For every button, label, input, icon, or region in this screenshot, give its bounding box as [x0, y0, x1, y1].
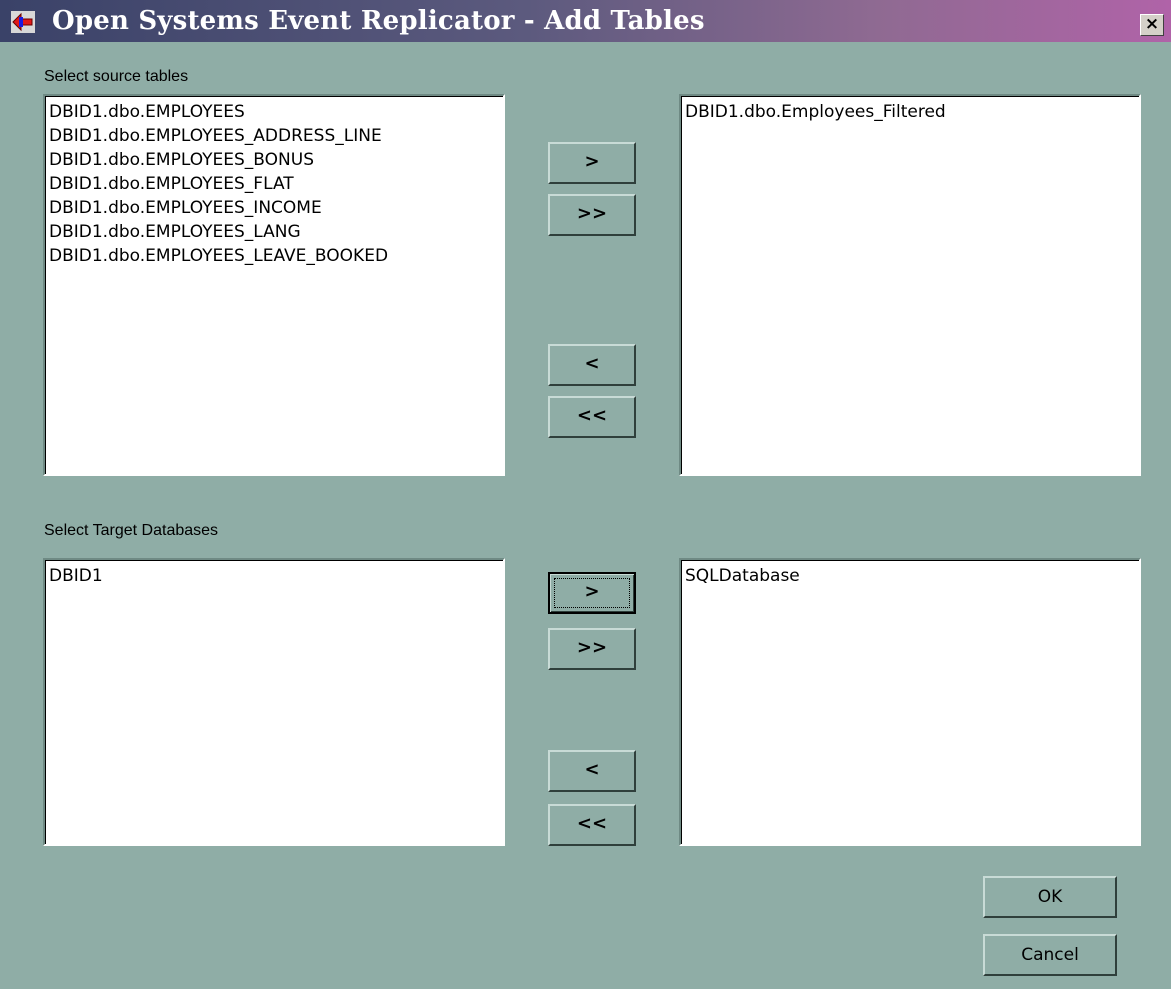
list-item[interactable]: DBID1.dbo.EMPLOYEES_INCOME [49, 196, 503, 220]
list-item[interactable]: DBID1.dbo.EMPLOYEES_ADDRESS_LINE [49, 124, 503, 148]
target-databases-available-list[interactable]: DBID1 [43, 558, 505, 846]
list-item[interactable]: DBID1.dbo.EMPLOYEES [49, 100, 503, 124]
list-item[interactable]: DBID1.dbo.EMPLOYEES_LEAVE_BOOKED [49, 244, 503, 268]
target-add-all-button[interactable]: >> [548, 628, 636, 670]
close-icon[interactable]: × [1140, 14, 1164, 36]
list-item[interactable]: DBID1.dbo.EMPLOYEES_BONUS [49, 148, 503, 172]
source-tables-available-list[interactable]: DBID1.dbo.EMPLOYEES DBID1.dbo.EMPLOYEES_… [43, 94, 505, 476]
list-item[interactable]: DBID1.dbo.Employees_Filtered [685, 100, 1139, 124]
source-add-button[interactable]: > [548, 142, 636, 184]
window-title: Open Systems Event Replicator - Add Tabl… [52, 6, 705, 36]
cancel-button[interactable]: Cancel [983, 934, 1117, 976]
target-remove-button[interactable]: < [548, 750, 636, 792]
source-tables-label: Select source tables [44, 68, 189, 85]
source-remove-button[interactable]: < [548, 344, 636, 386]
target-databases-label: Select Target Databases [44, 522, 219, 539]
list-item[interactable]: DBID1.dbo.EMPLOYEES_FLAT [49, 172, 503, 196]
target-databases-selected-list[interactable]: SQLDatabase [679, 558, 1141, 846]
source-tables-selected-list[interactable]: DBID1.dbo.Employees_Filtered [679, 94, 1141, 476]
title-bar: Open Systems Event Replicator - Add Tabl… [0, 0, 1171, 42]
target-add-button[interactable]: > [548, 572, 636, 614]
list-item[interactable]: SQLDatabase [685, 564, 1139, 588]
list-item[interactable]: DBID1.dbo.EMPLOYEES_LANG [49, 220, 503, 244]
source-add-all-button[interactable]: >> [548, 194, 636, 236]
focus-ring [554, 578, 630, 608]
target-remove-all-button[interactable]: << [548, 804, 636, 846]
app-logo-icon [11, 11, 35, 33]
list-item[interactable]: DBID1 [49, 564, 503, 588]
source-remove-all-button[interactable]: << [548, 396, 636, 438]
ok-button[interactable]: OK [983, 876, 1117, 918]
